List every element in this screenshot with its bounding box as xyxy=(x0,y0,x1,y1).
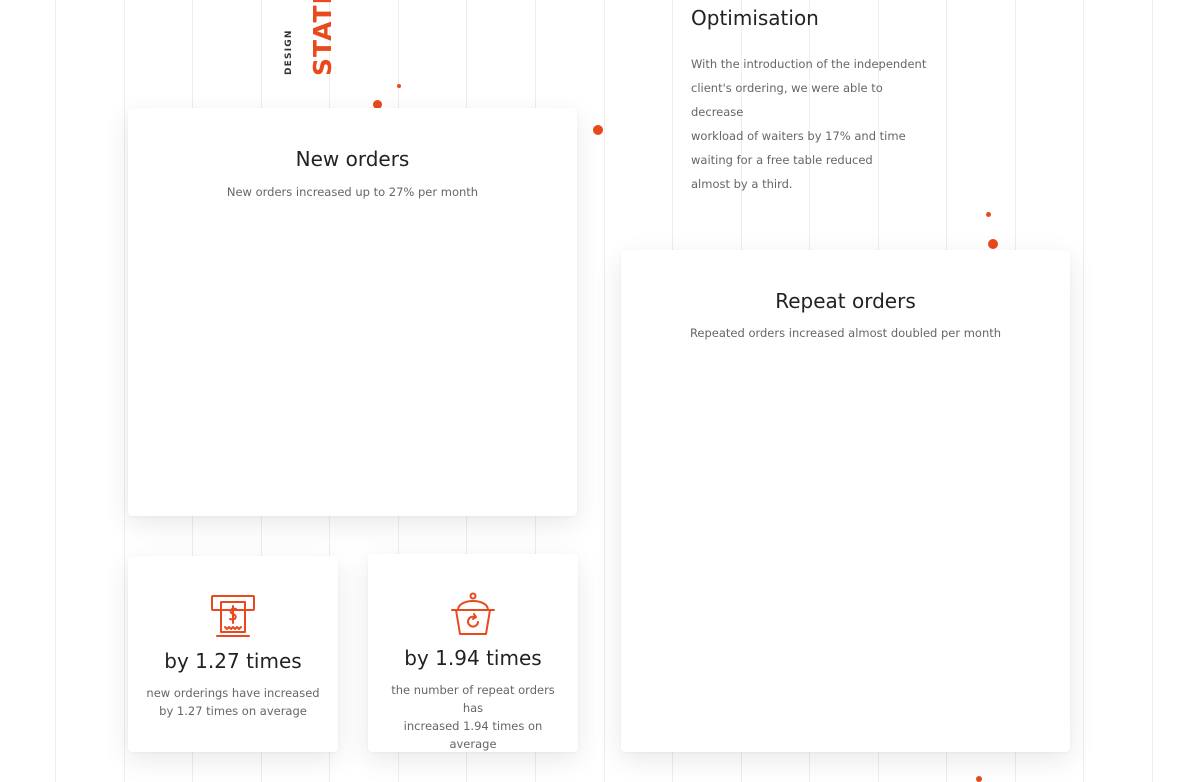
stat-card-repeat-orders: by 1.94 times the number of repeat order… xyxy=(368,554,578,752)
repeat-orders-title: Repeat orders xyxy=(775,289,916,313)
stat-repeat-orders-description: the number of repeat orders has increase… xyxy=(391,683,555,751)
stat-new-orderings-value: by 1.27 times xyxy=(164,649,302,673)
repeat-orders-card: Repeat orders Repeated orders increased … xyxy=(621,250,1070,752)
statistics-vertical-label: STATIS xyxy=(308,0,337,76)
stat-new-orderings-description: new orderings have increased by 1.27 tim… xyxy=(146,686,320,718)
stat-card-new-orderings: by 1.27 times new orderings have increas… xyxy=(128,556,338,752)
optimisation-text: With the introduction of the independent… xyxy=(691,57,927,191)
cash-register-icon xyxy=(210,594,256,642)
repeat-basket-icon xyxy=(449,592,497,642)
optimisation-title: Optimisation xyxy=(691,6,819,30)
new-orders-subtitle: New orders increased up to 27% per month xyxy=(226,185,479,199)
new-orders-title: New orders xyxy=(295,147,410,171)
new-orders-card: New orders New orders increased up to 27… xyxy=(128,108,577,516)
repeat-orders-subtitle: Repeated orders increased almost doubled… xyxy=(689,326,1002,340)
design-vertical-label: DESIGN xyxy=(284,29,294,75)
stat-repeat-orders-value: by 1.94 times xyxy=(404,646,542,670)
